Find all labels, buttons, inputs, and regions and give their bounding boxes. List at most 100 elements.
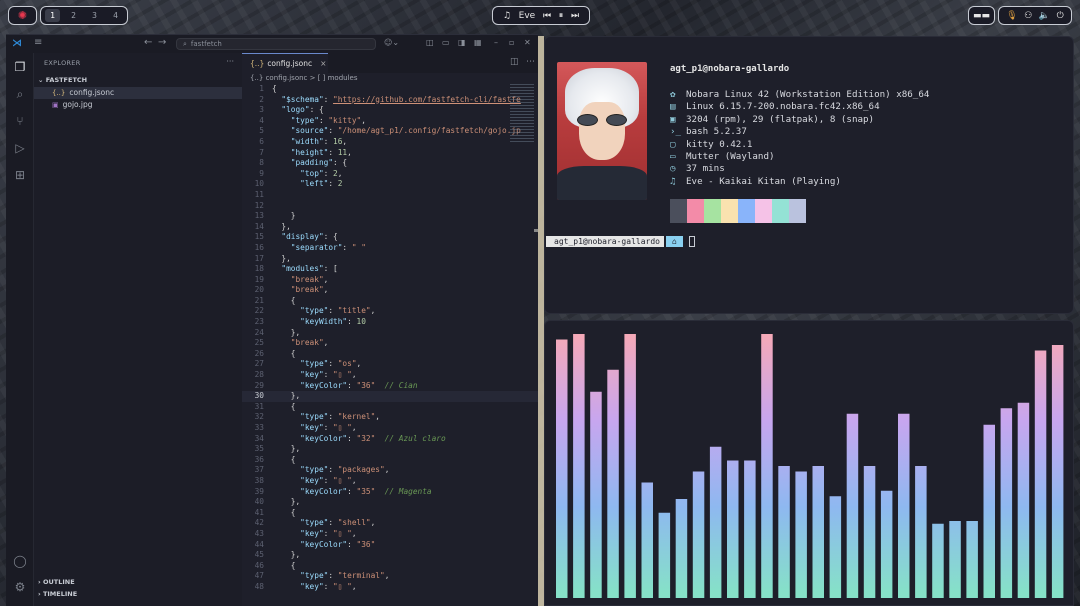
settings-gear-icon[interactable]: ⚙ — [12, 579, 28, 595]
folder-label: FASTFETCH — [45, 76, 88, 84]
code-line: 40 }, — [242, 497, 538, 508]
line-number: 3 — [259, 105, 264, 115]
terminal-window[interactable]: agt_p1@nobara-gallardo ✿ Nobara Linux 42 … — [544, 36, 1074, 314]
code-text: "type": "kitty", — [272, 115, 366, 125]
customize-layout-icon[interactable]: ▦ — [474, 38, 482, 47]
explorer-icon[interactable]: ❐ — [12, 59, 28, 75]
code-text: { — [272, 401, 296, 411]
account-icon[interactable]: ◯ — [12, 553, 28, 569]
distro-logo-button[interactable]: ✺ — [8, 6, 37, 25]
media-widget[interactable]: ♫ Eve ⏮ ⏸ ⏭ — [492, 6, 590, 25]
folder-fastfetch[interactable]: ⌄ FASTFETCH — [38, 76, 87, 84]
code-line: 39 "keyColor": "35" // Magenta — [242, 487, 538, 498]
visualizer-bar — [846, 413, 859, 598]
shell-prompt[interactable]: agt_p1@nobara-gallardo ⌂ — [546, 236, 695, 247]
toggle-sidebar-icon[interactable]: ◫ — [426, 38, 434, 47]
image-file-icon: ▣ — [52, 101, 59, 109]
line-number: 25 — [254, 338, 264, 348]
more-actions-icon[interactable]: ⋯ — [526, 57, 535, 67]
power-icon[interactable]: ⏻ — [1057, 11, 1064, 21]
line-number: 10 — [254, 179, 264, 189]
minimap[interactable] — [510, 84, 534, 144]
code-text: } — [272, 211, 296, 221]
code-text: { — [272, 560, 296, 570]
visualizer-bar — [898, 413, 910, 598]
json-file-icon: {..} — [250, 59, 265, 68]
outline-section[interactable]: › OUTLINE — [38, 578, 75, 586]
code-line: 27 "type": "os", — [242, 359, 538, 370]
info-text: 37 mins — [686, 163, 725, 175]
file-item[interactable]: ▣ gojo.jpg — [34, 99, 242, 111]
explorer-more-button[interactable]: ··· — [226, 57, 234, 66]
network-icon[interactable]: ⚇ — [1024, 11, 1032, 21]
layout-button[interactable]: ▬▬ — [968, 6, 995, 25]
run-debug-icon[interactable]: ▷ — [12, 140, 28, 156]
line-number: 8 — [259, 158, 264, 168]
code-text: "height": 11, — [272, 147, 352, 157]
tab-config-jsonc[interactable]: {..} config.jsonc × — [242, 53, 328, 73]
code-text: "keyWidth": 10 — [272, 317, 366, 327]
line-number: 36 — [254, 454, 264, 464]
line-number: 13 — [254, 211, 264, 221]
microphone-icon[interactable]: 🎙 — [1006, 11, 1017, 21]
command-center-search[interactable]: ⌕ fastfetch — [176, 38, 376, 50]
close-tab-button[interactable]: × — [320, 59, 326, 68]
previous-track-button[interactable]: ⏮ — [543, 11, 551, 21]
workspace-3[interactable]: 3 — [87, 11, 102, 20]
info-icon: ♫ — [670, 175, 676, 187]
info-icon: ✿ — [670, 89, 676, 100]
hamburger-menu-icon[interactable]: ≡ — [34, 37, 42, 48]
code-text: "key": "▯ ", — [272, 528, 357, 538]
outline-label: OUTLINE — [42, 578, 75, 586]
line-number: 22 — [254, 306, 264, 316]
code-text: { — [272, 84, 277, 93]
info-text: kitty 0.42.1 — [686, 138, 753, 150]
timeline-section[interactable]: › TIMELINE — [38, 590, 77, 598]
minimize-button[interactable]: – — [494, 38, 498, 47]
code-line: 20 "break", — [242, 285, 538, 296]
workspace-switcher: 1234 — [40, 6, 128, 25]
next-track-button[interactable]: ⏭ — [571, 11, 579, 21]
explorer-sidebar: EXPLORER ··· ⌄ FASTFETCH {..} config.json… — [34, 53, 242, 606]
toggle-panel-icon[interactable]: ▭ — [442, 38, 450, 47]
line-number: 4 — [259, 115, 264, 125]
info-row: ▢ kitty 0.42.1 — [670, 139, 929, 151]
back-arrow-icon[interactable]: ← — [144, 37, 152, 48]
code-line: 24 }, — [242, 328, 538, 339]
file-item[interactable]: {..} config.jsonc — [34, 87, 242, 99]
code-line: 19 "break", — [242, 275, 538, 286]
code-text: "separator": " " — [272, 242, 366, 252]
close-window-button[interactable]: ✕ — [524, 38, 531, 47]
visualizer-bar — [880, 490, 893, 598]
code-line: 22 "type": "title", — [242, 306, 538, 317]
workspace-1[interactable]: 1 — [45, 9, 60, 22]
line-number: 48 — [254, 581, 264, 591]
code-line: 33 "key": "▯ ", — [242, 423, 538, 434]
nobara-logo-icon: ✺ — [17, 9, 28, 22]
search-view-icon[interactable]: ⌕ — [12, 86, 28, 102]
extensions-icon[interactable]: ⊞ — [12, 167, 28, 183]
workspace-2[interactable]: 2 — [66, 11, 81, 20]
toggle-secondary-icon[interactable]: ◨ — [458, 38, 466, 47]
code-editor[interactable]: 1{2 "$schema": "https://github.com/fastf… — [242, 84, 538, 606]
visualizer-bars — [556, 334, 1064, 598]
maximize-button[interactable]: ▫ — [509, 38, 514, 47]
code-text: "key": "▯ ", — [272, 581, 357, 591]
fetch-title: agt_p1@nobara-gallardo — [670, 64, 790, 74]
copilot-icon[interactable]: ☺⌄ — [384, 38, 399, 47]
code-text: }, — [272, 550, 301, 560]
forward-arrow-icon[interactable]: → — [158, 37, 166, 48]
breadcrumb[interactable]: {..} config.jsonc > [ ] modules — [250, 74, 358, 82]
info-icon: ▢ — [670, 138, 676, 150]
code-line: 29 "keyColor": "36" // Cian — [242, 381, 538, 392]
system-tray: 🎙 ⚇ 🔈 ⏻ — [998, 6, 1072, 25]
pause-button[interactable]: ⏸ — [559, 11, 564, 21]
workspace-4[interactable]: 4 — [108, 11, 123, 20]
code-line: 21 { — [242, 296, 538, 307]
source-control-icon[interactable]: ⑂ — [12, 113, 28, 129]
code-line: 1{ — [242, 84, 538, 95]
editor-tabs: {..} config.jsonc × ◫ ⋯ — [242, 53, 538, 73]
volume-icon[interactable]: 🔈 — [1039, 11, 1050, 21]
split-editor-icon[interactable]: ◫ — [510, 57, 519, 67]
code-line: 35 }, — [242, 444, 538, 455]
